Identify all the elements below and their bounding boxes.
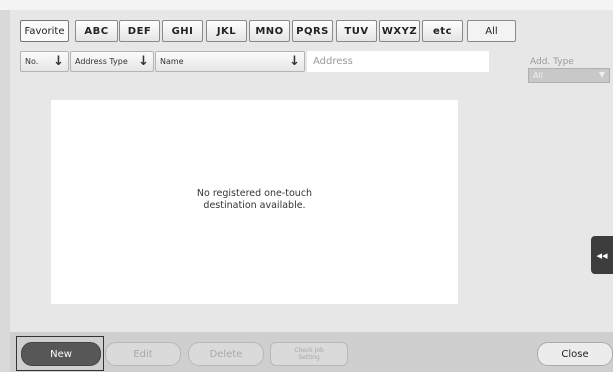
- top-band: [0, 0, 613, 10]
- tab-wxyz[interactable]: WXYZ: [379, 20, 420, 42]
- check-job-line-1: Check Job: [294, 347, 324, 354]
- check-job-setting-button[interactable]: Check Job Setting: [270, 342, 348, 366]
- down-arrow-icon: ↓: [138, 54, 149, 69]
- sort-name-button[interactable]: Name ↓: [155, 51, 305, 72]
- down-arrow-icon: ↓: [289, 54, 300, 69]
- double-left-arrow-icon: ◂◂: [596, 248, 608, 262]
- sort-address-type-button[interactable]: Address Type ↓: [70, 51, 154, 72]
- address-column-header: Address: [307, 51, 489, 72]
- tab-all[interactable]: All: [467, 20, 516, 42]
- tab-def[interactable]: DEF: [119, 20, 160, 42]
- new-button[interactable]: New: [21, 342, 101, 366]
- chevron-down-icon: ▼: [598, 70, 605, 79]
- tab-abc[interactable]: ABC: [75, 20, 118, 42]
- tab-mno[interactable]: MNO: [249, 20, 290, 42]
- tab-etc[interactable]: etc: [422, 20, 463, 42]
- sort-no-label: No.: [25, 57, 39, 66]
- tab-tuv[interactable]: TUV: [336, 20, 377, 42]
- add-type-label: Add. Type: [530, 57, 574, 67]
- add-type-value: All: [533, 71, 543, 80]
- edit-button[interactable]: Edit: [105, 342, 181, 366]
- destination-list: No registered one-touch destination avai…: [51, 100, 458, 304]
- empty-list-message: No registered one-touch destination avai…: [51, 188, 458, 212]
- down-arrow-icon: ↓: [53, 54, 64, 69]
- add-type-select[interactable]: All ▼: [528, 68, 610, 83]
- side-panel-tab[interactable]: ◂◂: [591, 236, 613, 274]
- delete-button[interactable]: Delete: [188, 342, 264, 366]
- tab-pqrs[interactable]: PQRS: [292, 20, 333, 42]
- sort-name-label: Name: [160, 57, 184, 66]
- tab-jkl[interactable]: JKL: [206, 20, 247, 42]
- sort-address-type-label: Address Type: [75, 57, 128, 66]
- sort-no-button[interactable]: No. ↓: [20, 51, 69, 72]
- empty-message-line-2: destination available.: [203, 200, 306, 211]
- check-job-line-2: Setting: [298, 354, 320, 361]
- tab-favorite[interactable]: Favorite: [20, 20, 69, 42]
- empty-message-line-1: No registered one-touch: [196, 188, 313, 199]
- tab-ghi[interactable]: GHI: [162, 20, 203, 42]
- close-button[interactable]: Close: [537, 342, 613, 366]
